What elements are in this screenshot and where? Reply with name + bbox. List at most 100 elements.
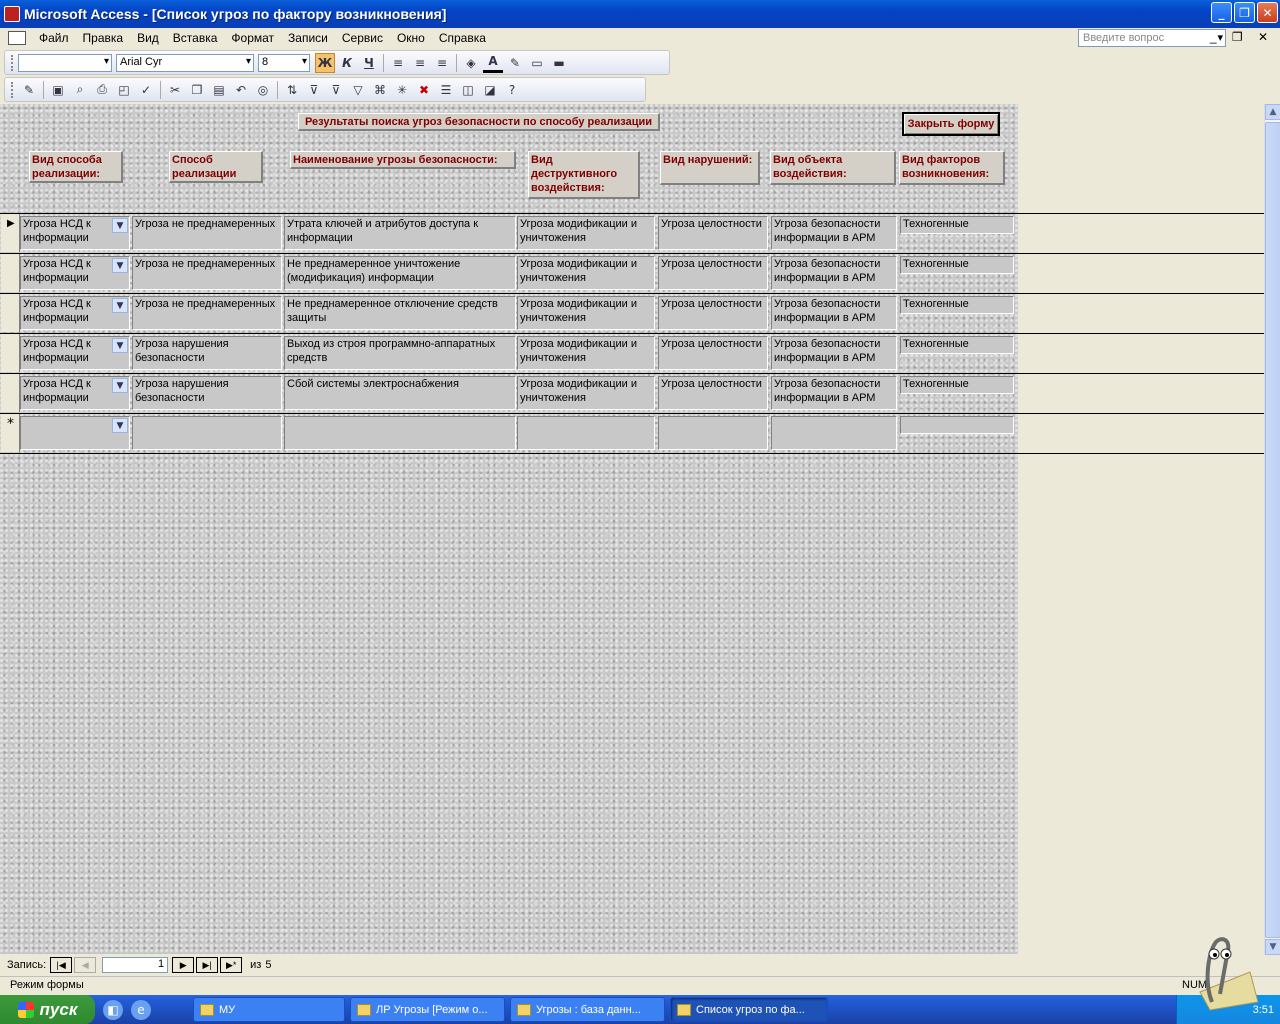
chevron-down-icon[interactable]: ▼ [112,298,128,313]
chevron-down-icon[interactable]: ▼ [112,218,128,233]
method-field[interactable]: Угроза нарушения безопасности [132,336,282,370]
violation-type-field[interactable]: Угроза целостности [658,376,768,410]
object-type-field[interactable]: Угроза безопасности информации в АРМ [771,216,897,250]
scroll-down-icon[interactable]: ▼ [1265,939,1280,955]
menu-help[interactable]: Справка [432,31,493,45]
filter-by-form-icon[interactable]: ⊽ [326,80,346,100]
factor-type-field[interactable] [900,416,1014,434]
special-effect-icon[interactable]: ▬ [549,53,569,73]
object-type-field[interactable]: Угроза безопасности информации в АРМ [771,256,897,290]
font-color-icon[interactable]: A [483,53,503,73]
chevron-down-icon[interactable]: ▼ [112,378,128,393]
record-selector[interactable] [1,374,20,412]
violation-type-field[interactable]: Угроза целостности [658,216,768,250]
show-desktop-icon[interactable]: ◧ [103,999,123,1020]
toolbar-grip[interactable] [11,54,14,71]
scroll-thumb[interactable] [1265,122,1280,938]
record-selector[interactable]: ▶ [1,214,20,252]
print-preview-icon[interactable]: ◰ [114,80,134,100]
record-number-input[interactable]: 1 [102,957,169,973]
sort-ascending-icon[interactable]: ⇅ [282,80,302,100]
destructive-type-field[interactable]: Угроза модификации и уничтожения [517,256,655,290]
office-assistant-paperclip-icon[interactable] [1190,932,1262,1012]
destructive-type-field[interactable]: Угроза модификации и уничтожения [517,296,655,330]
next-record-button[interactable]: ▶ [172,957,195,973]
help-icon[interactable]: ? [502,80,522,100]
close-form-button[interactable]: Закрыть форму [902,112,1000,136]
new-record-icon[interactable]: ✳ [392,80,412,100]
mdi-controls[interactable]: _ ❐ ✕ [1210,30,1274,44]
align-right-icon[interactable]: ≡ [432,53,452,73]
minimize-button[interactable]: _ [1211,2,1232,23]
align-center-icon[interactable]: ≡ [410,53,430,73]
factor-type-field[interactable]: Техногенные [900,296,1014,314]
method-field[interactable]: Угроза не преднамеренных [132,256,282,290]
chevron-down-icon[interactable]: ▼ [112,338,128,353]
line-color-icon[interactable]: ✎ [505,53,525,73]
method-field[interactable]: Угроза не преднамеренных [132,296,282,330]
menu-records[interactable]: Записи [281,31,335,45]
factor-type-field[interactable]: Техногенные [900,336,1014,354]
factor-type-field[interactable]: Техногенные [900,216,1014,234]
first-record-button[interactable]: |◀ [50,957,73,973]
violation-type-field[interactable]: Угроза целостности [658,296,768,330]
chevron-down-icon[interactable]: ▼ [112,258,128,273]
paste-icon[interactable]: ▤ [209,80,229,100]
taskbar-item-mu[interactable]: МУ [193,997,345,1022]
italic-button[interactable]: К [337,53,357,73]
menu-format[interactable]: Формат [224,31,281,45]
bold-button[interactable]: Ж [315,52,335,73]
object-combo[interactable] [18,53,112,72]
violation-type-field[interactable] [658,416,768,450]
method-field[interactable]: Угроза нарушения безопасности [132,376,282,410]
properties-icon[interactable]: ☰ [436,80,456,100]
record-selector[interactable]: * [1,414,20,452]
factor-type-field[interactable]: Техногенные [900,376,1014,394]
threat-name-field[interactable]: Сбой системы электроснабжения [284,376,516,410]
start-button[interactable]: пуск [0,995,95,1024]
menu-view[interactable]: Вид [130,31,166,45]
menu-window[interactable]: Окно [390,31,432,45]
new-object-icon[interactable]: ◪ [480,80,500,100]
object-type-field[interactable]: Угроза безопасности информации в АРМ [771,336,897,370]
taskbar-item-word[interactable]: ЛР Угрозы [Режим о... [350,997,505,1022]
print-icon[interactable]: ⎙ [92,80,112,100]
database-window-icon[interactable]: ◫ [458,80,478,100]
method-field[interactable] [132,416,282,450]
object-type-field[interactable] [771,416,897,450]
chevron-down-icon[interactable]: ▼ [112,418,128,433]
save-icon[interactable]: ▣ [48,80,68,100]
factor-type-field[interactable]: Техногенные [900,256,1014,274]
underline-button[interactable]: Ч [359,53,379,73]
previous-record-button[interactable]: ◀ [74,957,97,973]
toolbar-grip[interactable] [11,81,14,98]
copy-icon[interactable]: ❐ [187,80,207,100]
close-window-button[interactable]: ✕ [1257,2,1278,23]
internet-explorer-icon[interactable]: e [131,999,151,1020]
taskbar-item-form[interactable]: Список угроз по фа... [670,997,828,1022]
destructive-type-field[interactable] [517,416,655,450]
threat-name-field[interactable]: Выход из строя программно-аппаратных сре… [284,336,516,370]
view-icon[interactable]: ✎ [19,80,39,100]
spelling-icon[interactable]: ✓ [136,80,156,100]
menu-file[interactable]: Файл [32,31,76,45]
object-type-field[interactable]: Угроза безопасности информации в АРМ [771,376,897,410]
last-record-button[interactable]: ▶| [196,957,219,973]
restore-button[interactable]: ❐ [1234,2,1255,23]
threat-name-field[interactable]: Не преднамеренное отключение средств защ… [284,296,516,330]
find-icon[interactable]: ⌘ [370,80,390,100]
record-selector[interactable] [1,334,20,372]
vertical-scrollbar[interactable]: ▲ ▼ [1264,104,1280,955]
scroll-up-icon[interactable]: ▲ [1265,104,1280,120]
border-width-icon[interactable]: ▭ [527,53,547,73]
fill-color-icon[interactable]: ◈ [461,53,481,73]
menu-insert[interactable]: Вставка [166,31,225,45]
destructive-type-field[interactable]: Угроза модификации и уничтожения [517,376,655,410]
cut-icon[interactable]: ✂ [165,80,185,100]
hyperlink-icon[interactable]: ◎ [253,80,273,100]
help-question-input[interactable]: Введите вопрос [1078,29,1226,47]
delete-record-icon[interactable]: ✖ [414,80,434,100]
violation-type-field[interactable]: Угроза целостности [658,336,768,370]
filter-by-selection-icon[interactable]: ⊽ [304,80,324,100]
undo-icon[interactable]: ↶ [231,80,251,100]
